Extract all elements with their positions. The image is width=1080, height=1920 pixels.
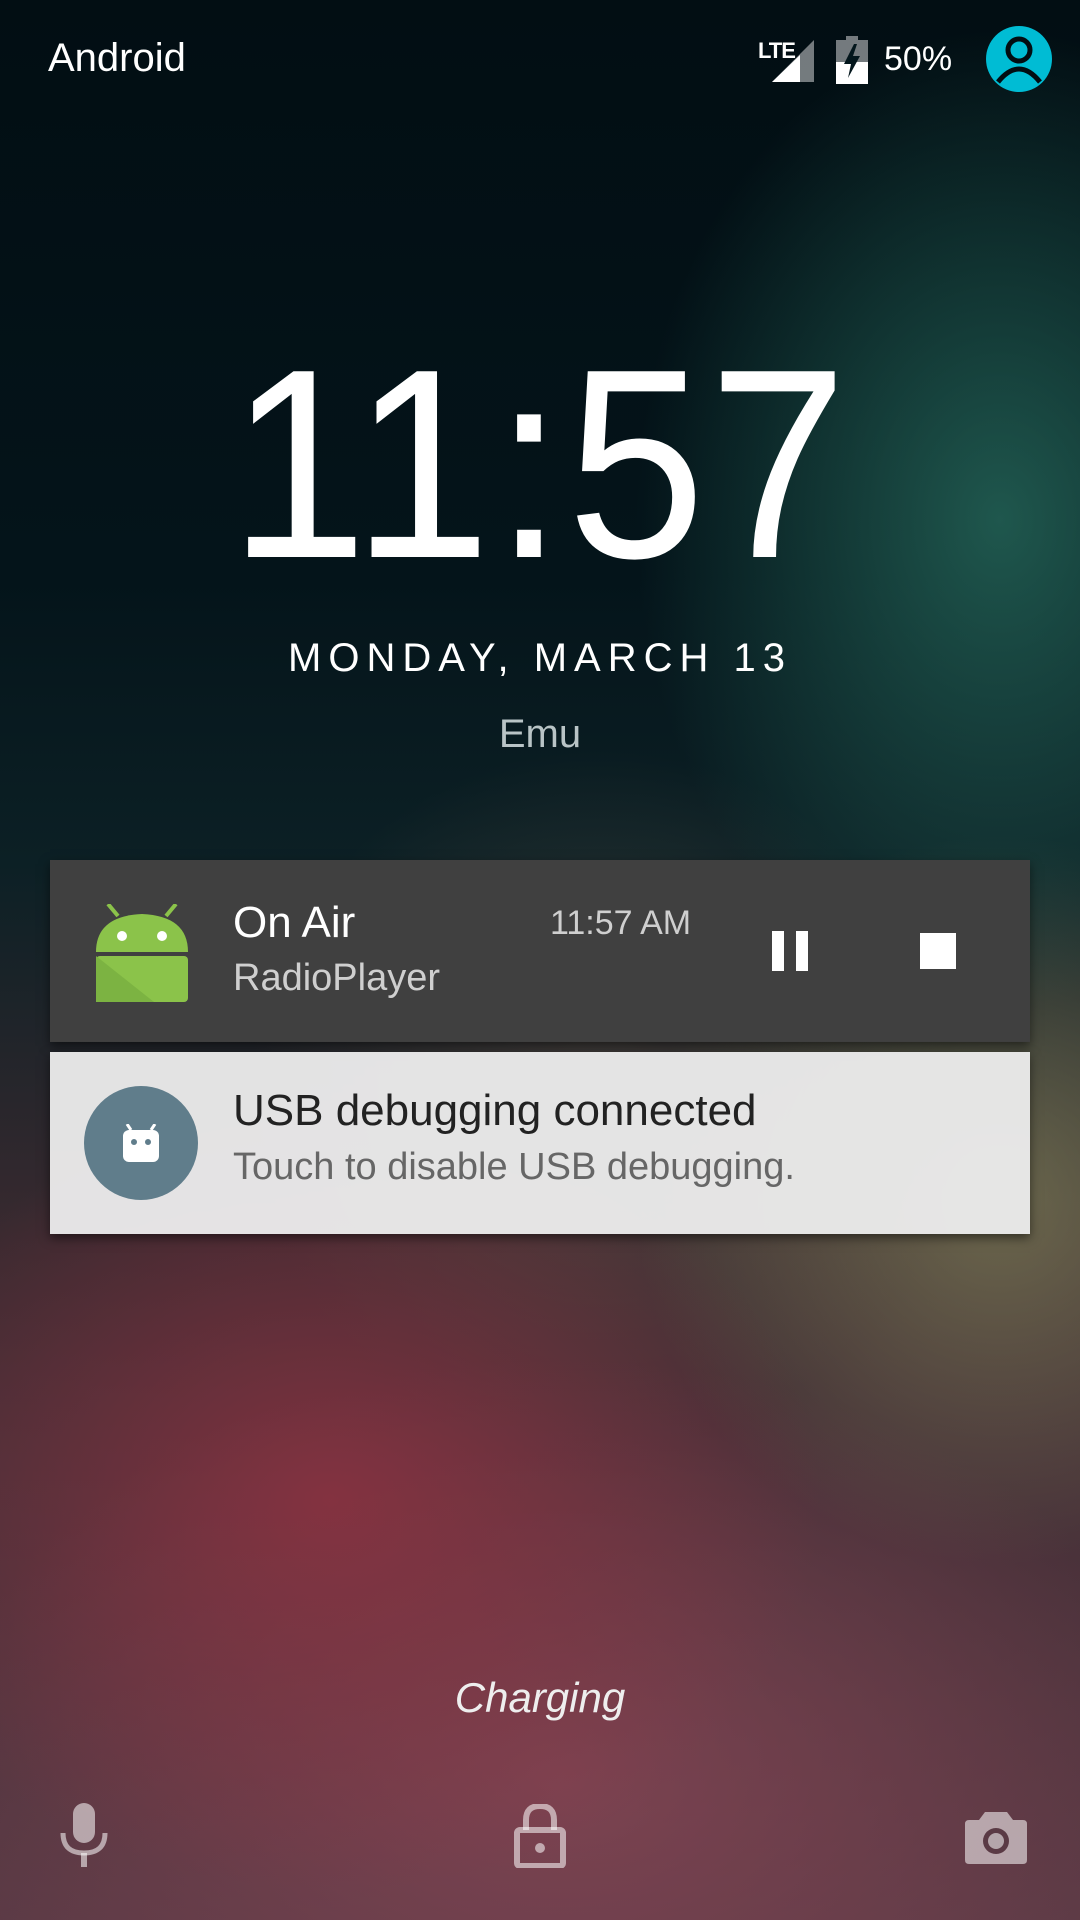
battery-percent: 50% bbox=[884, 40, 953, 78]
camera-button[interactable] bbox=[956, 1796, 1036, 1876]
pause-button[interactable] bbox=[750, 911, 830, 991]
user-avatar-icon[interactable] bbox=[986, 26, 1052, 92]
pause-icon bbox=[772, 931, 808, 971]
unlock-button[interactable] bbox=[500, 1796, 580, 1876]
lockscreen-clock: 11:57 bbox=[229, 314, 851, 615]
usb-debug-icon bbox=[84, 1086, 198, 1200]
notification-title: On Air bbox=[233, 898, 356, 947]
stop-button[interactable] bbox=[898, 911, 978, 991]
signal-icon bbox=[772, 40, 814, 82]
carrier-label: Android bbox=[48, 36, 186, 80]
battery-charging-icon bbox=[836, 36, 868, 84]
owner-info: Emu bbox=[498, 712, 582, 756]
stop-icon bbox=[920, 933, 956, 969]
status-bar: Android LTE 50% bbox=[0, 0, 1080, 120]
android-app-icon bbox=[96, 904, 188, 1002]
voice-assist-button[interactable] bbox=[44, 1796, 124, 1876]
notification-text: RadioPlayer bbox=[233, 957, 440, 999]
microphone-icon bbox=[60, 1803, 108, 1867]
usb-debugging-notification[interactable]: USB debugging connected Touch to disable… bbox=[50, 1052, 1030, 1234]
camera-icon bbox=[965, 1812, 1027, 1864]
notification-time: 11:57 AM bbox=[550, 904, 692, 942]
notification-title: USB debugging connected bbox=[233, 1086, 757, 1135]
lockscreen-date: MONDAY, MARCH 13 bbox=[288, 636, 792, 680]
media-notification[interactable]: On Air RadioPlayer 11:57 AM bbox=[50, 860, 1030, 1042]
notification-text: Touch to disable USB debugging. bbox=[233, 1146, 795, 1188]
lock-icon bbox=[514, 1804, 566, 1868]
charging-status: Charging bbox=[454, 1674, 626, 1721]
